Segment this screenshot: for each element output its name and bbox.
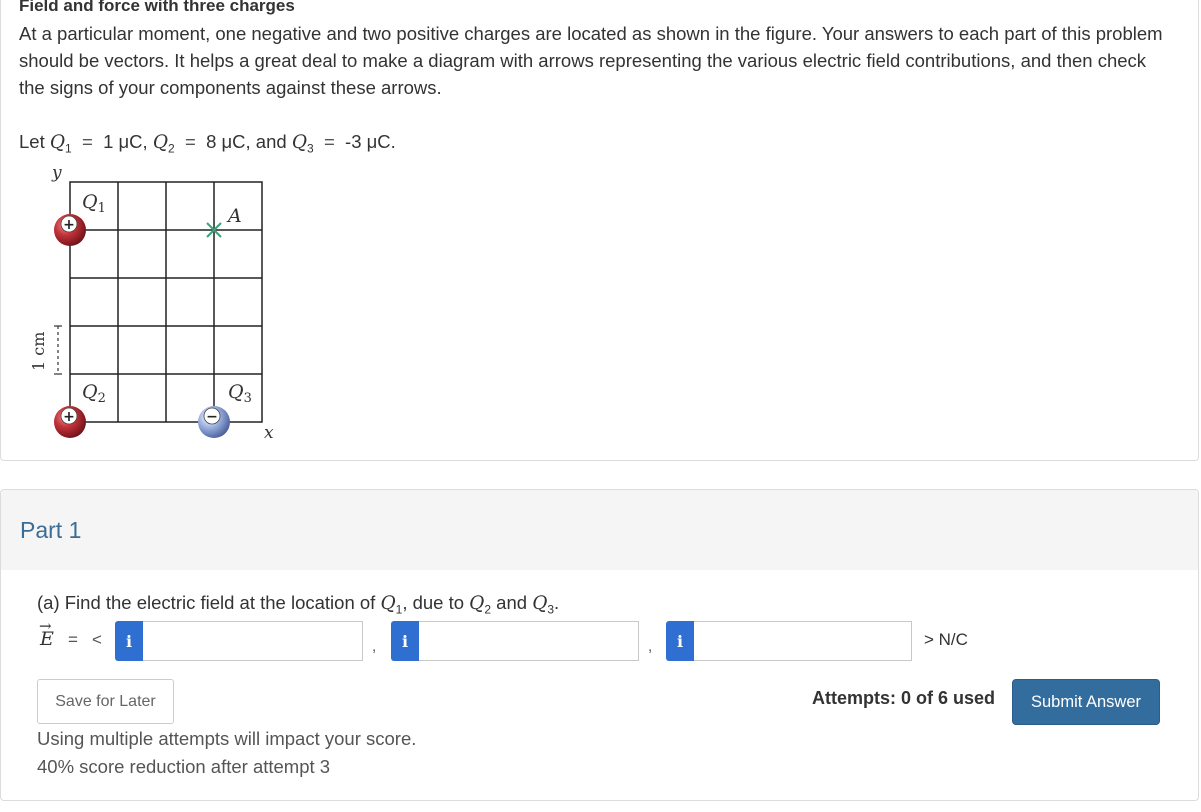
question-q2-symbol: Q — [469, 593, 485, 614]
q1-symbol: Q — [49, 132, 66, 153]
info-icon-y[interactable]: i — [391, 621, 419, 661]
q2-positive-charge: + — [54, 406, 86, 438]
given-prefix: Let — [19, 131, 45, 152]
info-icon-x[interactable]: i — [115, 621, 143, 661]
charge-figure: y x 1 cm Q1 Q2 Q3 A + + − — [29, 163, 274, 443]
info-icon-z[interactable]: i — [666, 621, 694, 661]
units-label: > N/C — [924, 630, 968, 649]
question-text: (a) Find the electric field at the locat… — [37, 592, 559, 617]
submit-answer-button[interactable]: Submit Answer — [1012, 679, 1160, 725]
q1-subscript: 1 — [65, 141, 72, 156]
q3-symbol: Q — [291, 132, 307, 153]
question-q2-subscript: 2 — [484, 602, 492, 617]
figure-q3-label: Q3 — [228, 381, 252, 406]
figure-q2-label: Q2 — [82, 381, 106, 406]
part-title: Part 1 — [20, 517, 82, 543]
component-separator: , — [648, 638, 653, 655]
answer-input-z[interactable] — [694, 621, 912, 661]
q3-subscript: 3 — [306, 141, 314, 156]
q2-subscript: 2 — [168, 141, 175, 156]
q2-value: 8 μC, — [206, 131, 251, 152]
q3-minus-sign: − — [206, 409, 218, 425]
y-axis-label: y — [51, 163, 62, 183]
q1-plus-sign: + — [63, 217, 75, 233]
answer-input-x[interactable] — [143, 621, 363, 661]
q1-value: 1 μC, — [103, 131, 148, 152]
question-prefix: (a) Find the electric field at the locat… — [37, 592, 376, 613]
component-separator: , — [372, 638, 377, 655]
given-and: and — [255, 131, 287, 152]
point-a-label: A — [226, 205, 242, 227]
part-header: Part 1 — [1, 490, 1198, 570]
given-values: Let Q1 = 1 μC, Q2 = 8 μC, and Q3 = -3 μC… — [19, 131, 396, 156]
x-axis-label: x — [264, 423, 274, 443]
problem-title: Field and force with three charges — [19, 0, 295, 15]
q3-value: -3 μC. — [345, 131, 396, 152]
question-and: and — [496, 592, 528, 613]
question-suffix: . — [554, 592, 560, 613]
problem-intro: At a particular moment, one negative and… — [19, 23, 1163, 98]
open-bracket: < — [92, 630, 102, 649]
question-middle: , due to — [402, 592, 465, 613]
q1-positive-charge: + — [54, 214, 86, 246]
question-q3-symbol: Q — [532, 593, 548, 614]
attempts-warning: Using multiple attempts will impact your… — [37, 728, 417, 749]
vector-e-symbol: → E — [38, 617, 62, 654]
score-reduction-note: 40% score reduction after attempt 3 — [37, 756, 331, 777]
scale-bar — [54, 325, 62, 375]
scale-label: 1 cm — [29, 332, 48, 371]
q3-negative-charge: − — [198, 406, 230, 438]
q2-symbol: Q — [152, 132, 168, 153]
figure-q1-label: Q1 — [82, 191, 106, 216]
q2-plus-sign: + — [63, 409, 75, 425]
equals-sign: = — [68, 630, 78, 649]
question-q1-symbol: Q — [380, 593, 396, 614]
attempts-counter: Attempts: 0 of 6 used — [812, 688, 996, 708]
answer-input-y[interactable] — [419, 621, 639, 661]
vector-letter: E — [40, 628, 54, 650]
save-for-later-button[interactable]: Save for Later — [37, 679, 174, 724]
